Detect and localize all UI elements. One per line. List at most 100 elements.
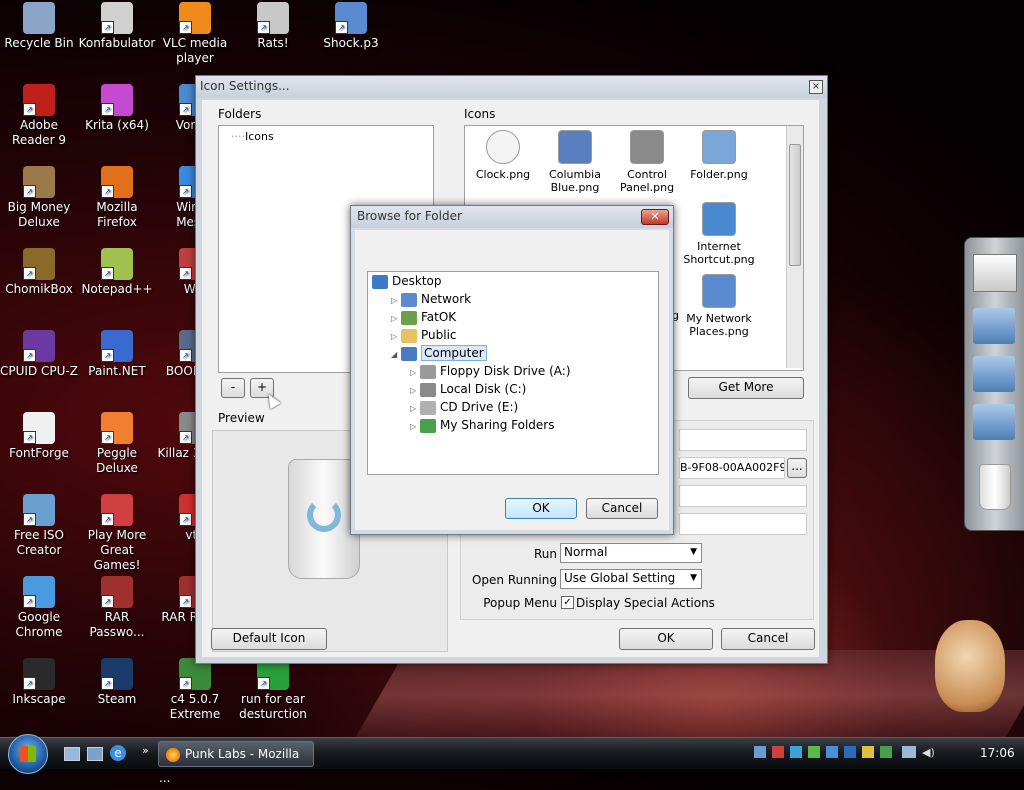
remove-folder-button[interactable]: - [221, 378, 245, 398]
folder-tree-item-desktop[interactable]: Desktop [372, 272, 442, 290]
collapse-arrow-icon[interactable]: ◢ [391, 346, 401, 364]
desktop-icon-iso-creator[interactable]: ↗ Free ISO Creator [0, 494, 78, 558]
folder-tree-item-computer[interactable]: ◢ Computer [391, 344, 487, 362]
folder-tree-item-floppy[interactable]: ▷ Floppy Disk Drive (A:) [410, 362, 571, 380]
ok-button[interactable]: OK [619, 628, 713, 650]
folder-tree-item-hard-disk[interactable]: ▷ Local Disk (C:) [410, 380, 526, 398]
floppy-icon [420, 364, 436, 379]
internet-explorer-icon[interactable]: e [110, 745, 126, 761]
folder-tree-item-user-folder[interactable]: ▷ FatOK [391, 308, 456, 326]
icon-settings-titlebar[interactable]: Icon Settings... × [196, 76, 827, 98]
tray-icon[interactable] [880, 746, 892, 758]
desktop-icon-label: Shock.p3 [323, 36, 379, 50]
desktop-icon-fontforge[interactable]: ↗ FontForge [0, 412, 78, 461]
scrollbar-thumb[interactable] [789, 144, 801, 266]
desktop-icon-notepadpp[interactable]: ↗ Notepad++ [78, 248, 156, 297]
run-select[interactable]: Normal ▼ [560, 543, 702, 563]
desktop-icon-krita[interactable]: ↗ Krita (x64) [78, 84, 156, 133]
browse-cancel-button[interactable]: Cancel [586, 498, 658, 519]
shortcut-arrow-icon: ↗ [23, 513, 36, 526]
folder-tree-item-cd-drive[interactable]: ▷ CD Drive (E:) [410, 398, 518, 416]
folder-tree-item-sharing-folder[interactable]: ▷ My Sharing Folders [410, 416, 555, 434]
icon-grid-item[interactable]: Clock.png [465, 130, 541, 181]
desktop-icon-chomikbox[interactable]: ↗ ChomikBox [0, 248, 78, 297]
desktop-icon-steam[interactable]: ↗ Steam [78, 658, 156, 707]
tray-icon[interactable] [754, 746, 766, 758]
browse-button[interactable]: ... [787, 458, 807, 478]
dock-recycle-bin-icon[interactable] [979, 464, 1011, 510]
open-running-select[interactable]: Use Global Setting ▼ [560, 569, 702, 589]
desktop-icon-paintnet[interactable]: ↗ Paint.NET [78, 330, 156, 379]
desktop-icon-shock[interactable]: ↗ Shock.p3 [312, 2, 390, 51]
clock-icon [486, 130, 520, 164]
desktop-icon-vlc[interactable]: ↗ VLC media player [156, 2, 234, 66]
dock-document-icon[interactable] [973, 254, 1017, 292]
tray-icon[interactable] [790, 746, 802, 758]
tray-icon[interactable] [862, 746, 874, 758]
tray-icon[interactable] [844, 746, 856, 758]
folder-tree[interactable]: Desktop ▷ Network ▷ FatOK ▷ Public ◢ Computer ▷ Fl… [367, 271, 659, 475]
tree-item-icons-label: Icons [245, 130, 274, 143]
desktop-icon-adobe-reader[interactable]: ↗ Adobe Reader 9 [0, 84, 78, 148]
desktop-icon-rats[interactable]: ↗ Rats! [234, 2, 312, 51]
icon-grid-item[interactable]: Folder.png [681, 130, 757, 181]
desktop-icon-konfabulator[interactable]: ↗ Konfabulator [78, 2, 156, 51]
dock-folder-icon[interactable] [973, 404, 1015, 440]
konfabulator-icon: ↗ [101, 2, 133, 34]
desktop-icon-big-money[interactable]: ↗ Big Money Deluxe [0, 166, 78, 230]
icon-grid-item[interactable]: My Network Places.png [681, 274, 757, 338]
icons-scrollbar[interactable] [786, 126, 803, 368]
shortcut-arrow-icon: ↗ [23, 267, 36, 280]
quick-launch-more-icon[interactable]: » [142, 744, 149, 757]
desktop-icon-c4[interactable]: ↗ c4 5.0.7 Extreme [156, 658, 234, 722]
display-special-actions-checkbox[interactable]: ✓ [561, 596, 574, 609]
browse-ok-button[interactable]: OK [505, 498, 577, 519]
desktop-icon-recycle-bin[interactable]: Recycle Bin [0, 2, 78, 51]
desktop-icon-cpuz[interactable]: ↗ CPUID CPU-Z [0, 330, 78, 379]
get-more-button[interactable]: Get More [688, 377, 804, 399]
tray-icon[interactable] [772, 746, 784, 758]
default-icon-button[interactable]: Default Icon [211, 628, 327, 650]
setting-field-1[interactable] [679, 429, 807, 451]
desktop-icon-run[interactable]: ↗ run for ear desturction [234, 658, 312, 722]
desktop-icon-label: Konfabulator [78, 36, 156, 50]
hamster-widget-icon[interactable] [935, 620, 1005, 712]
expand-arrow-icon[interactable]: ▷ [410, 418, 420, 436]
tray-icon[interactable] [826, 746, 838, 758]
browse-titlebar[interactable]: Browse for Folder ✕ [351, 206, 673, 228]
desktop-icon-label: Adobe Reader 9 [12, 118, 66, 147]
setting-field-2[interactable] [679, 485, 807, 507]
path-field[interactable]: B-9F08-00AA002F95 [679, 457, 785, 479]
shortcut-arrow-icon: ↗ [179, 185, 192, 198]
start-button[interactable] [8, 734, 48, 774]
shortcut-arrow-icon: ↗ [101, 595, 114, 608]
network-icon[interactable] [902, 746, 916, 758]
clock[interactable]: 17:06 [980, 746, 1015, 760]
tray-icon[interactable] [808, 746, 820, 758]
icon-grid-item[interactable]: Columbia Blue.png [537, 130, 613, 194]
volume-icon[interactable]: ◀) [922, 746, 935, 759]
dock-folder-icon[interactable] [973, 356, 1015, 392]
desktop-icon-peggle[interactable]: ↗ Peggle Deluxe [78, 412, 156, 476]
close-icon[interactable]: ✕ [641, 209, 669, 225]
switch-windows-icon[interactable] [87, 747, 103, 761]
setting-field-3[interactable] [679, 513, 807, 535]
desktop-icon-rar-password[interactable]: ↗ RAR Passwo... [78, 576, 156, 640]
folder-tree-item-folder[interactable]: ▷ Public [391, 326, 457, 344]
tree-item-icons[interactable]: ····Icons [231, 130, 274, 143]
rats-icon: ↗ [257, 2, 289, 34]
folder-tree-item-network[interactable]: ▷ Network [391, 290, 471, 308]
show-desktop-icon[interactable] [64, 747, 80, 761]
dock-folder-icon[interactable] [973, 308, 1015, 344]
desktop-icon-chrome[interactable]: ↗ Google Chrome [0, 576, 78, 640]
desktop-icon-games[interactable]: ↗ Play More Great Games! [78, 494, 156, 573]
close-icon[interactable]: × [809, 80, 823, 94]
shortcut-arrow-icon: ↗ [179, 677, 192, 690]
icon-grid-item[interactable]: Internet Shortcut.png [681, 202, 757, 266]
icon-grid-item[interactable]: Control Panel.png [609, 130, 685, 194]
folder-icon [702, 130, 736, 164]
taskbar-button-firefox[interactable]: Punk Labs - Mozilla ... [158, 741, 314, 785]
desktop-icon-inkscape[interactable]: ↗ Inkscape [0, 658, 78, 707]
desktop-icon-firefox[interactable]: ↗ Mozilla Firefox [78, 166, 156, 230]
cancel-button[interactable]: Cancel [721, 628, 815, 650]
